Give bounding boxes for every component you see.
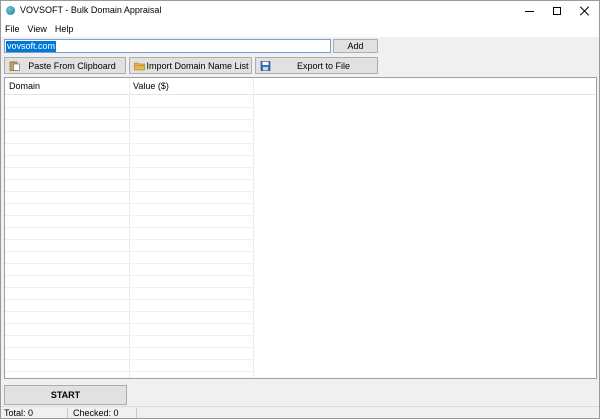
grid-row-divider (5, 263, 253, 264)
import-domain-list-button[interactable]: Import Domain Name List (129, 57, 252, 74)
save-icon (260, 61, 271, 71)
app-window: VOVSOFT - Bulk Domain Appraisal File Vie… (0, 0, 600, 419)
close-button[interactable] (571, 1, 599, 21)
minimize-icon (524, 10, 534, 12)
status-total: Total: 0 (4, 408, 34, 418)
window-title: VOVSOFT - Bulk Domain Appraisal (20, 5, 162, 15)
grid-row-divider (5, 275, 253, 276)
status-checked: Checked: 0 (73, 408, 119, 418)
start-button[interactable]: START (4, 385, 127, 405)
import-domain-list-label: Import Domain Name List (146, 60, 249, 71)
grid-row-divider (5, 227, 253, 228)
column-header-value[interactable]: Value ($) (133, 81, 169, 91)
minimize-button[interactable] (515, 1, 543, 21)
menu-file[interactable]: File (5, 24, 20, 34)
folder-icon (134, 62, 145, 71)
paste-from-clipboard-button[interactable]: Paste From Clipboard (4, 57, 126, 74)
status-divider (136, 408, 137, 418)
grid-row-divider (5, 155, 253, 156)
grid-row-divider (5, 299, 253, 300)
grid-row-divider (5, 311, 253, 312)
grid-row-divider (5, 107, 253, 108)
grid-row-divider (5, 359, 253, 360)
grid-row-divider (5, 347, 253, 348)
grid-row-divider (5, 323, 253, 324)
status-bar: Total: 0 Checked: 0 (1, 406, 599, 418)
grid-row-divider (5, 179, 253, 180)
grid-row-divider (5, 287, 253, 288)
paste-from-clipboard-label: Paste From Clipboard (28, 60, 116, 71)
title-bar[interactable]: VOVSOFT - Bulk Domain Appraisal (1, 1, 599, 21)
domain-input-value: vovsoft.com (6, 41, 57, 52)
export-to-file-label: Export to File (296, 60, 351, 71)
grid-column-divider (129, 78, 130, 378)
grid-row-divider (5, 215, 253, 216)
domain-input[interactable]: vovsoft.com (4, 39, 331, 53)
grid-row-divider (5, 131, 253, 132)
grid-row-divider (5, 191, 253, 192)
grid-row-divider (5, 371, 253, 372)
maximize-icon (553, 7, 561, 15)
menu-bar: File View Help (1, 21, 599, 37)
grid-column-divider (253, 78, 254, 378)
clipboard-icon (9, 61, 20, 71)
menu-help[interactable]: Help (55, 24, 74, 34)
results-grid[interactable]: Domain Value ($) (4, 77, 597, 379)
app-icon (6, 6, 15, 15)
close-icon (580, 6, 590, 16)
status-divider (67, 408, 68, 418)
grid-row-divider (5, 335, 253, 336)
column-header-domain[interactable]: Domain (9, 81, 40, 91)
grid-row-divider (5, 167, 253, 168)
grid-row-divider (5, 239, 253, 240)
grid-row-divider (5, 119, 253, 120)
grid-header: Domain Value ($) (5, 78, 596, 95)
grid-row-divider (5, 203, 253, 204)
grid-row-divider (5, 251, 253, 252)
menu-view[interactable]: View (28, 24, 47, 34)
maximize-button[interactable] (543, 1, 571, 21)
grid-row-divider (5, 143, 253, 144)
export-to-file-button[interactable]: Export to File (255, 57, 378, 74)
add-button[interactable]: Add (333, 39, 378, 53)
